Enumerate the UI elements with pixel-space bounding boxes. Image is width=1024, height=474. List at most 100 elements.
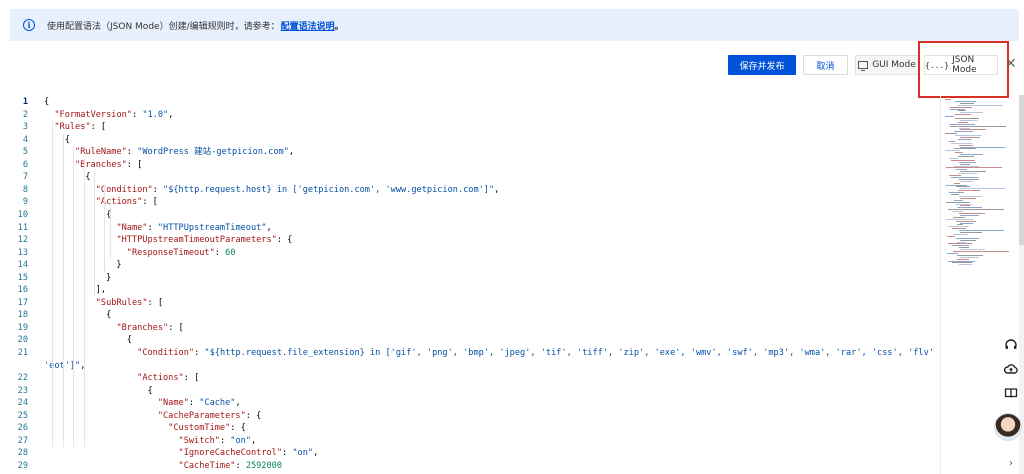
line-number: 8 <box>22 184 28 195</box>
code-text: "FormatVersion": "1.0", <box>44 109 173 122</box>
code-text: "CacheTime": 2592000 <box>44 460 283 473</box>
code-line[interactable]: 22 "Actions": [ <box>0 372 938 385</box>
code-line[interactable]: 13 "ResponseTimeout": 60 <box>0 247 938 260</box>
code-text: "CacheParameters": { <box>44 410 262 423</box>
json-punct: : <box>188 398 200 409</box>
minimap-line <box>960 180 973 182</box>
minimap-line <box>946 201 970 203</box>
json-punct: { <box>44 97 50 107</box>
close-icon[interactable]: ✕ <box>1005 57 1017 71</box>
code-line[interactable]: 7 { <box>0 171 938 184</box>
minimap-line <box>959 144 973 146</box>
code-line[interactable]: 16 ], <box>0 284 938 297</box>
scrollbar-thumb[interactable] <box>1019 95 1024 245</box>
minimap-line <box>953 216 965 218</box>
json-punct <box>44 436 179 446</box>
minimap-line <box>950 106 972 108</box>
minimap-line <box>959 213 985 214</box>
headset-icon[interactable] <box>997 334 1024 356</box>
minimap-line <box>951 194 959 195</box>
json-punct <box>44 411 158 421</box>
code-line[interactable]: 5 "RuleName": "WordPress 建站-getpicion.co… <box>0 146 938 159</box>
json-punct <box>44 147 75 157</box>
minimap-line <box>960 205 970 207</box>
line-number: 14 <box>17 260 28 271</box>
code-line[interactable]: 25 "CacheParameters": { <box>0 410 938 423</box>
cancel-button[interactable]: 取消 <box>803 55 848 75</box>
minimap-line <box>952 262 972 264</box>
line-number: 13 <box>17 247 28 258</box>
minimap-line <box>954 148 976 150</box>
code-text: { <box>44 334 132 347</box>
code-line[interactable]: 17 "SubRules": [ <box>0 297 938 310</box>
code-line[interactable]: 10 { <box>0 209 938 222</box>
json-punct: : [ <box>142 197 158 208</box>
json-punct <box>44 348 137 358</box>
code-line[interactable]: 3 "Rules": [ <box>0 121 938 134</box>
chevron-right-icon[interactable]: › <box>997 452 1024 474</box>
code-line[interactable]: 2 "FormatVersion": "1.0", <box>0 109 938 122</box>
code-line[interactable]: 9 "Actions": [ <box>0 196 938 209</box>
assistant-avatar[interactable] <box>994 413 1022 441</box>
minimap-line <box>959 247 969 249</box>
code-line[interactable]: 21 "Condition": "${http.request.file_ext… <box>0 347 938 360</box>
minimap-line <box>960 154 983 156</box>
code-line[interactable]: 6 "Branches": [ <box>0 159 938 172</box>
code-line[interactable]: 26 "CustomTime": { <box>0 422 938 435</box>
code-line[interactable]: 'eot']", <box>0 360 938 373</box>
cloud-upload-icon[interactable] <box>997 358 1024 380</box>
gui-mode-button[interactable]: GUI Mode <box>855 55 919 75</box>
book-icon[interactable] <box>997 382 1024 404</box>
code-line[interactable]: 11 "Name": "HTTPUpstreamTimeout", <box>0 222 938 235</box>
minimap-line <box>947 252 958 254</box>
json-string: "on" <box>292 448 314 459</box>
json-punct: : <box>147 222 158 233</box>
json-punct: : <box>131 109 143 120</box>
notice-suffix: 。 <box>334 21 344 32</box>
code-line[interactable]: 29 "CacheTime": 2592000 <box>0 460 938 473</box>
json-punct: { <box>44 385 153 396</box>
code-line[interactable]: 28 "IgnoreCacheControl": "on", <box>0 447 938 460</box>
json-punct: : <box>194 348 205 358</box>
json-punct: , <box>266 222 272 233</box>
line-number: 27 <box>17 435 28 446</box>
code-line[interactable]: 14 } <box>0 259 938 272</box>
line-number: 28 <box>17 448 28 459</box>
json-string: "Cache" <box>199 398 236 409</box>
minimap-line <box>957 224 963 226</box>
editor-scrollbar[interactable] <box>1019 95 1024 474</box>
save-publish-button[interactable]: 保存并发布 <box>728 55 796 75</box>
code-line[interactable]: 12 "HTTPUpstreamTimeoutParameters": { <box>0 234 938 247</box>
line-number: 10 <box>17 209 28 220</box>
json-punct <box>44 461 179 471</box>
code-line[interactable]: 23 { <box>0 385 938 398</box>
json-punct: { <box>44 335 132 346</box>
minimap-line <box>957 254 983 256</box>
json-code-editor[interactable]: 1{2 "FormatVersion": "1.0", 3 "Rules": [4… <box>0 95 938 474</box>
json-punct: { <box>44 310 112 321</box>
code-line[interactable]: 1{ <box>0 96 938 109</box>
code-line[interactable]: 27 "Switch": "on", <box>0 435 938 448</box>
code-line[interactable]: 8 "Condition": "${http.request.host} in … <box>0 184 938 197</box>
annotation-highlight-box <box>918 41 1009 98</box>
line-number: 22 <box>17 373 28 384</box>
minimap-line <box>956 237 979 239</box>
json-punct: , <box>251 435 257 446</box>
minimap-line <box>959 127 970 129</box>
code-line[interactable]: 15 } <box>0 272 938 285</box>
code-line[interactable]: 19 "Branches": [ <box>0 322 938 335</box>
code-line[interactable]: 18 { <box>0 309 938 322</box>
minimap-line <box>948 209 1004 211</box>
code-text: } <box>44 272 111 285</box>
code-line[interactable]: 24 "Name": "Cache", <box>0 397 938 410</box>
syntax-doc-link[interactable]: 配置语法说明 <box>281 19 335 32</box>
minimap-line <box>955 100 976 102</box>
code-line[interactable]: 20 { <box>0 334 938 347</box>
json-punct: : { <box>276 235 293 246</box>
minimap-line <box>953 233 968 235</box>
line-number: 9 <box>22 197 28 208</box>
minimap-line <box>956 169 967 171</box>
json-punct: : <box>235 460 246 471</box>
code-line[interactable]: 4 { <box>0 134 938 147</box>
json-punct: : <box>219 435 231 446</box>
